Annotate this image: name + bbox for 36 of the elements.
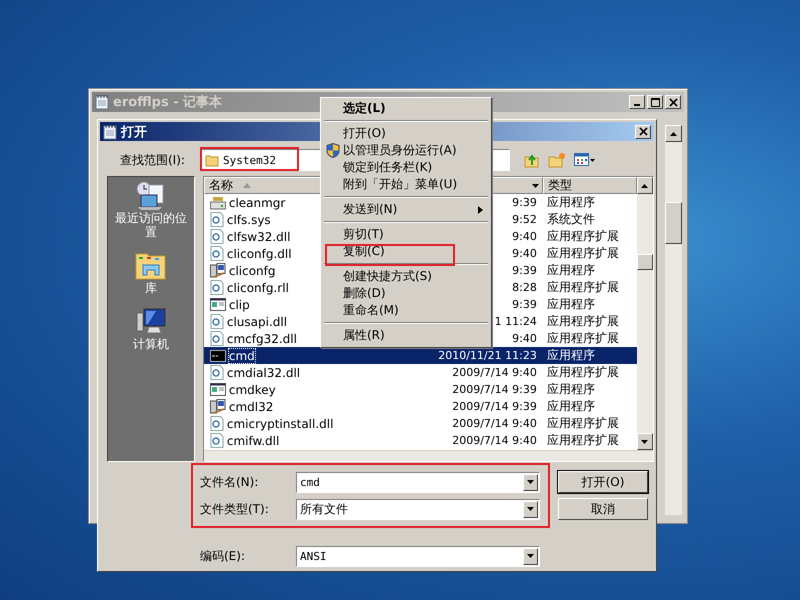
- file-date: 8:28: [512, 281, 537, 294]
- file-date: 2009/7/14 9:40: [452, 366, 537, 379]
- file-date: 2009/7/14 9:40: [452, 434, 537, 447]
- file-date: 9:39: [512, 298, 537, 311]
- file-type: 应用程序: [546, 262, 595, 279]
- file-date: 2009/7/14 9:40: [452, 417, 537, 430]
- file-type: 应用程序: [546, 381, 595, 398]
- file-type: 应用程序扩展: [546, 432, 619, 449]
- file-type: 应用程序: [546, 347, 595, 364]
- file-type: 应用程序: [546, 194, 595, 211]
- file-date: 9:40: [512, 332, 537, 345]
- file-date: 2009/7/14 9:39: [452, 400, 537, 413]
- file-date: 9:39: [512, 264, 537, 277]
- file-type-label: 文件类型(T):: [200, 500, 270, 518]
- file-type: 应用程序扩展: [546, 245, 619, 262]
- file-date: 9:39: [512, 196, 537, 209]
- file-date: 2009/7/14 9:39: [452, 383, 537, 396]
- file-date: 2010/11/21 11:23: [438, 349, 537, 362]
- file-type: 系统文件: [546, 211, 595, 228]
- file-type: 应用程序扩展: [546, 228, 619, 245]
- file-date: 1 11:24: [494, 315, 537, 328]
- file-type: 应用程序扩展: [546, 330, 619, 347]
- file-date: 9:40: [512, 247, 537, 260]
- file-type: 应用程序扩展: [546, 364, 619, 381]
- dialog-title: 打开: [121, 124, 147, 140]
- look-in-label: 查找范围(I):: [120, 152, 186, 168]
- file-date: 9:40: [512, 230, 537, 243]
- file-type: 应用程序扩展: [546, 313, 619, 330]
- window-title: erofflps - 记事本: [113, 94, 222, 111]
- file-type: 应用程序: [546, 398, 595, 415]
- file-name-label: 文件名(N):: [200, 474, 260, 490]
- file-type: 应用程序扩展: [546, 415, 619, 432]
- file-type: 应用程序: [546, 296, 595, 313]
- encoding-label: 编码(E):: [200, 548, 246, 564]
- file-date: 9:52: [512, 213, 537, 226]
- file-type: 应用程序扩展: [546, 279, 619, 296]
